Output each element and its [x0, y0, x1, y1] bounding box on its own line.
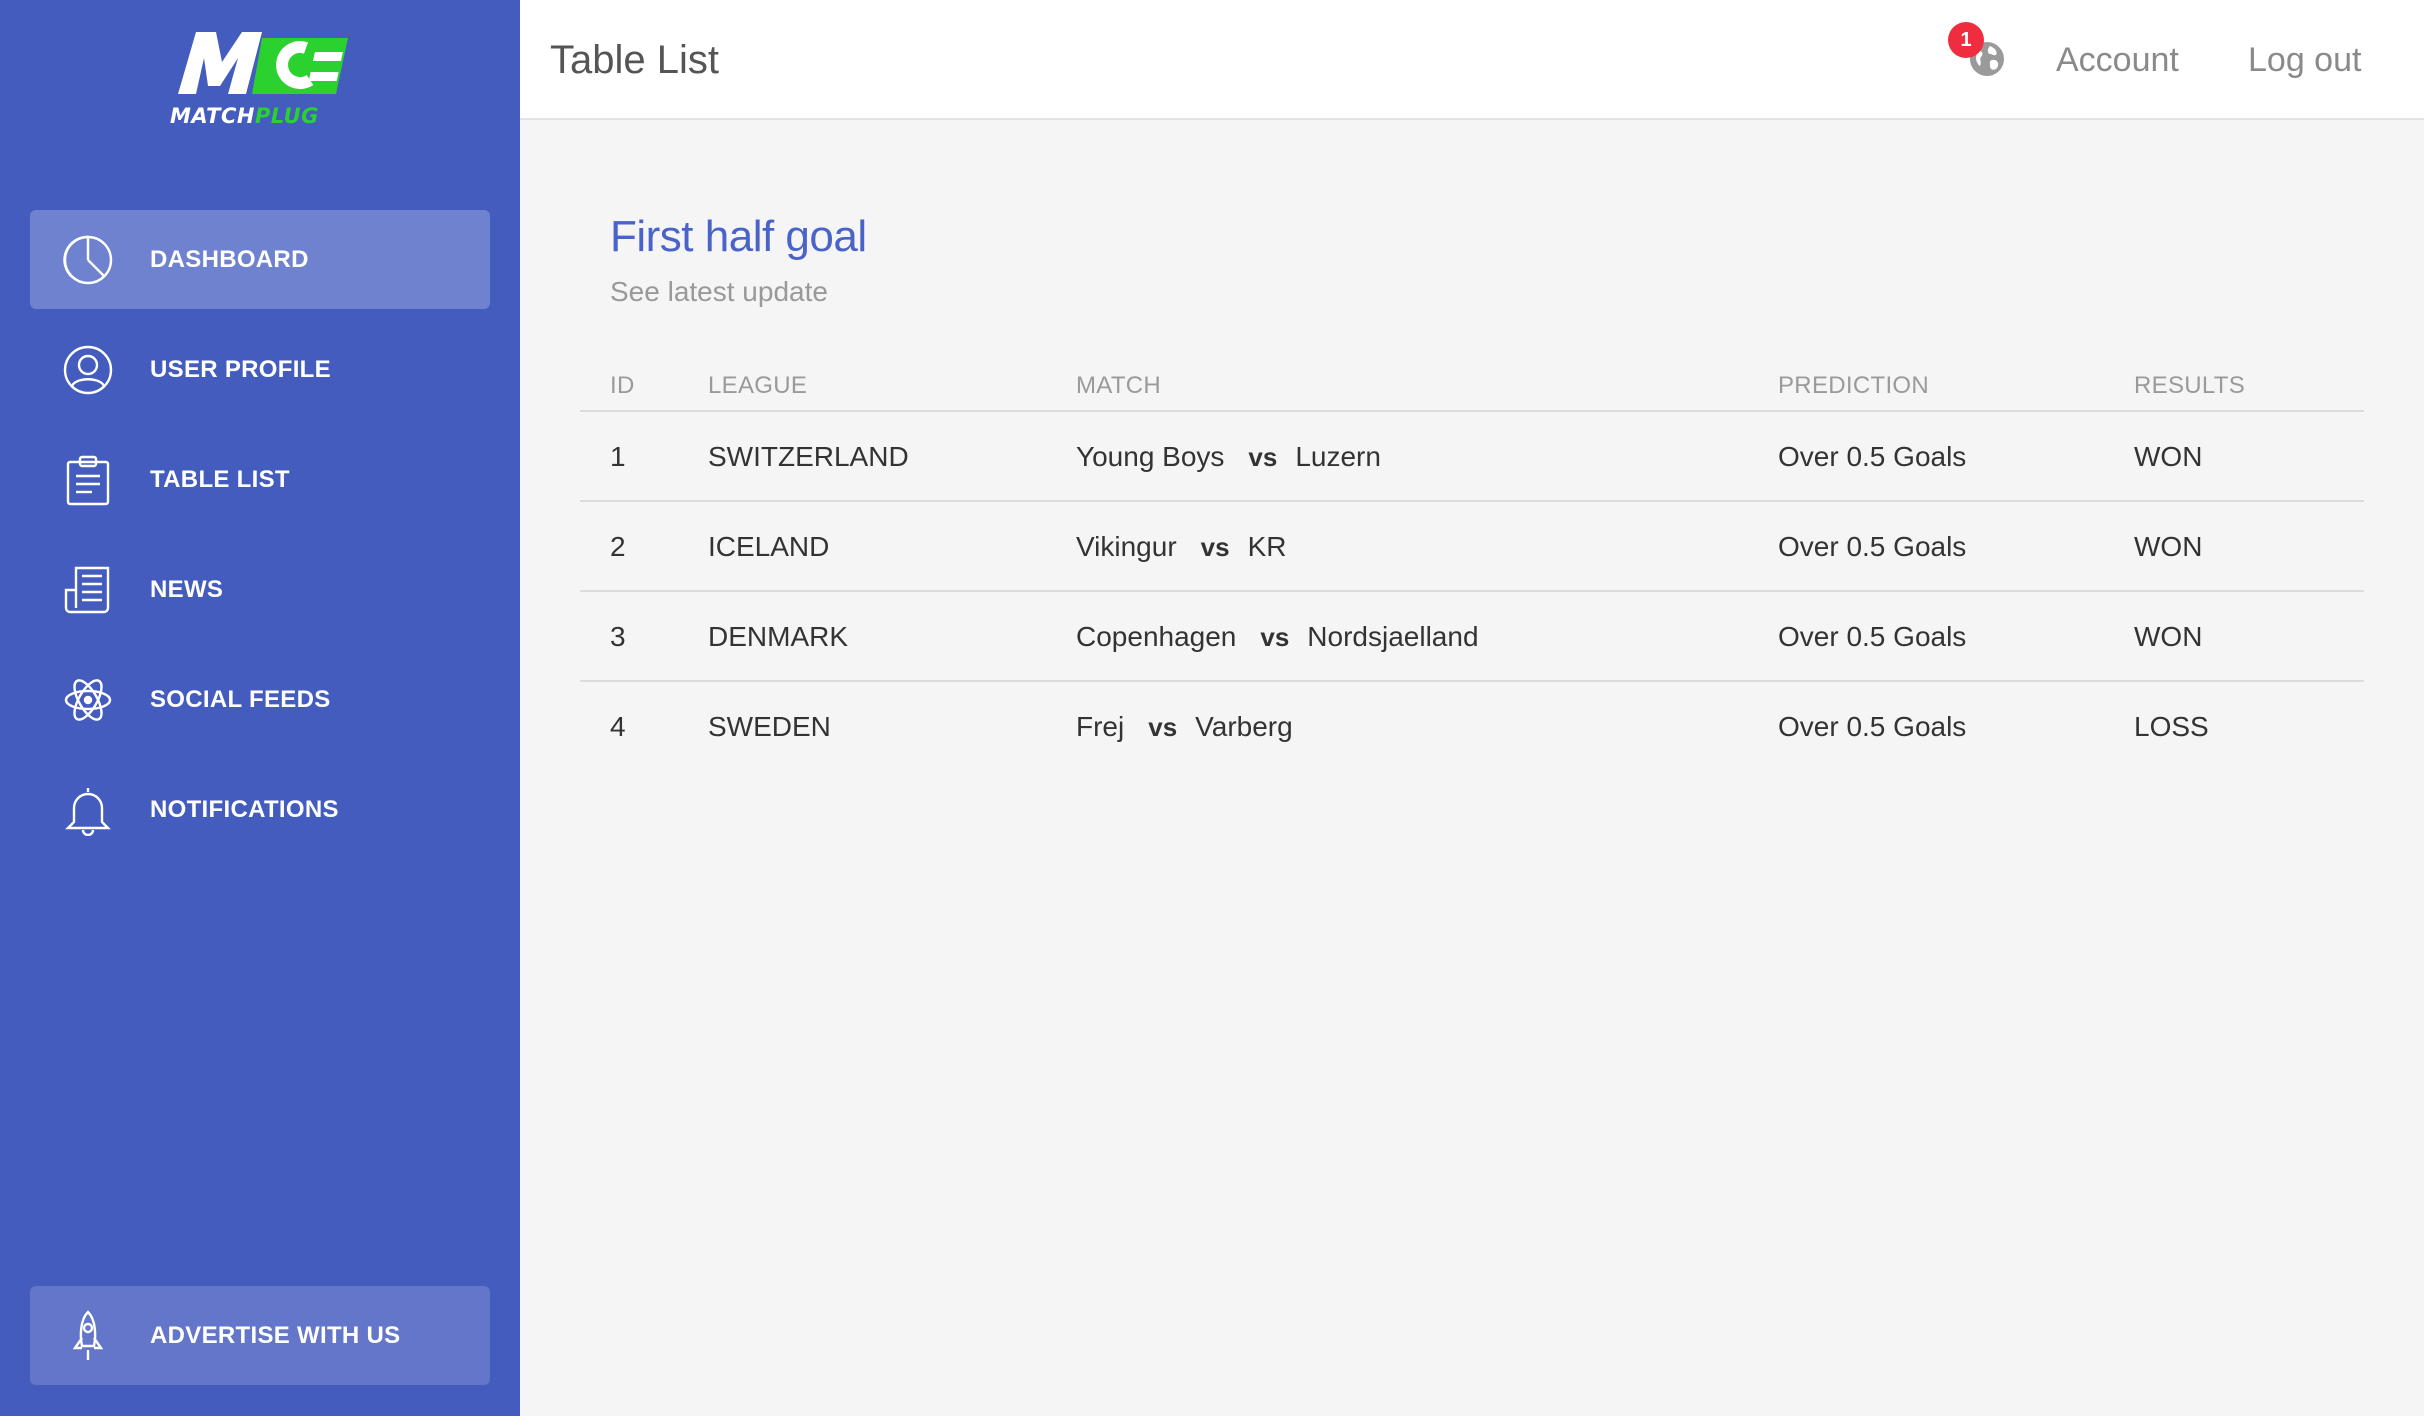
- table-row: 3 DENMARK Copenhagen vs Nordsjaelland Over…: [580, 592, 2364, 682]
- card-subtitle: See latest update: [610, 276, 828, 307]
- predictions-table: ID LEAGUE MATCH PREDICTION RESULTS 1 SWI…: [580, 354, 2364, 772]
- pie-chart-icon: [63, 235, 113, 285]
- cell-match: Vikingur vs KR: [1076, 502, 1286, 592]
- sidebar-item-label: TABLE LIST: [150, 466, 290, 493]
- column-header-id: ID: [610, 372, 635, 399]
- vs-label: vs: [1200, 532, 1230, 562]
- page-title: Table List: [550, 38, 719, 82]
- home-team: Vikingur: [1076, 531, 1177, 562]
- brand-logo[interactable]: MATCHPLUG: [170, 28, 350, 134]
- cell-match: Young Boys vs Luzern: [1076, 412, 1381, 502]
- cell-id: 3: [610, 621, 626, 652]
- cell-league: SWITZERLAND: [708, 441, 909, 472]
- clipboard-icon: [66, 455, 110, 506]
- away-team: Luzern: [1295, 441, 1381, 472]
- cell-league: SWEDEN: [708, 711, 831, 742]
- away-team: KR: [1247, 531, 1287, 562]
- sidebar-item-social-feeds[interactable]: SOCIAL FEEDS: [30, 650, 490, 749]
- cell-prediction: Over 0.5 Goals: [1778, 621, 1967, 652]
- user-icon: [63, 345, 113, 395]
- cell-result: WON: [2134, 531, 2203, 562]
- sidebar-item-label: NEWS: [150, 576, 224, 603]
- column-header-prediction: PREDICTION: [1778, 372, 1930, 399]
- column-header-results: RESULTS: [2134, 372, 2246, 399]
- notifications-toggle[interactable]: 1: [1948, 22, 2018, 92]
- sidebar-item-news[interactable]: NEWS: [30, 540, 490, 639]
- cell-id: 4: [610, 711, 626, 742]
- card-title: First half goal: [610, 212, 867, 261]
- sidebar-item-user-profile[interactable]: USER PROFILE: [30, 320, 490, 419]
- matchplug-logo-icon: [178, 32, 348, 94]
- logout-link[interactable]: Log out: [2248, 0, 2361, 120]
- vs-label: vs: [1248, 442, 1278, 472]
- cell-prediction: Over 0.5 Goals: [1778, 531, 1967, 562]
- table-header: ID LEAGUE MATCH PREDICTION RESULTS: [580, 354, 2364, 412]
- cell-match: Copenhagen vs Nordsjaelland: [1076, 592, 1479, 682]
- sidebar-item-dashboard[interactable]: DASHBOARD: [30, 210, 490, 309]
- cell-league: DENMARK: [708, 621, 849, 652]
- table-row: 2 ICELAND Vikingur vs KR Over 0.5 Goals WO…: [580, 502, 2364, 592]
- notification-badge: 1: [1948, 22, 1984, 58]
- account-link[interactable]: Account: [2056, 0, 2179, 120]
- sidebar-item-label: DASHBOARD: [150, 246, 309, 273]
- column-header-match: MATCH: [1076, 372, 1162, 399]
- advertise-label: ADVERTISE WITH US: [150, 1322, 401, 1349]
- rocket-icon: [72, 1310, 104, 1360]
- cell-prediction: Over 0.5 Goals: [1778, 441, 1967, 472]
- home-team: Copenhagen: [1076, 621, 1237, 652]
- sidebar-item-label: NOTIFICATIONS: [150, 796, 339, 823]
- bell-icon: [65, 788, 111, 836]
- cell-match: Frej vs Varberg: [1076, 682, 1293, 772]
- cell-prediction: Over 0.5 Goals: [1778, 711, 1967, 742]
- table-row: 1 SWITZERLAND Young Boys vs Luzern Over 0.…: [580, 412, 2364, 502]
- cell-result: LOSS: [2134, 711, 2209, 742]
- vs-label: vs: [1148, 712, 1178, 742]
- cell-league: ICELAND: [708, 531, 830, 562]
- atom-icon: [64, 679, 112, 721]
- home-team: Frej: [1076, 711, 1125, 742]
- cell-id: 2: [610, 531, 626, 562]
- away-team: Nordsjaelland: [1307, 621, 1479, 652]
- sidebar-item-table-list[interactable]: TABLE LIST: [30, 430, 490, 529]
- sidebar-item-label: USER PROFILE: [150, 356, 331, 383]
- sidebar-item-label: SOCIAL FEEDS: [150, 686, 331, 713]
- cell-id: 1: [610, 441, 626, 472]
- newspaper-icon: [64, 566, 110, 614]
- away-team: Varberg: [1195, 711, 1293, 742]
- home-team: Young Boys: [1076, 441, 1225, 472]
- advertise-button[interactable]: ADVERTISE WITH US: [30, 1286, 490, 1385]
- cell-result: WON: [2134, 621, 2203, 652]
- column-header-league: LEAGUE: [708, 372, 808, 399]
- sidebar-item-notifications[interactable]: NOTIFICATIONS: [30, 760, 490, 859]
- vs-label: vs: [1260, 622, 1290, 652]
- brand-wordmark: MATCHPLUG: [170, 104, 319, 128]
- table-row: 4 SWEDEN Frej vs Varberg Over 0.5 Goals LO…: [580, 682, 2364, 772]
- cell-result: WON: [2134, 441, 2203, 472]
- sidebar: MATCHPLUG DASHBOARD USER PROFILE TABLE L…: [0, 0, 520, 1416]
- top-navbar: Table List 1 Account Log out: [520, 0, 2424, 120]
